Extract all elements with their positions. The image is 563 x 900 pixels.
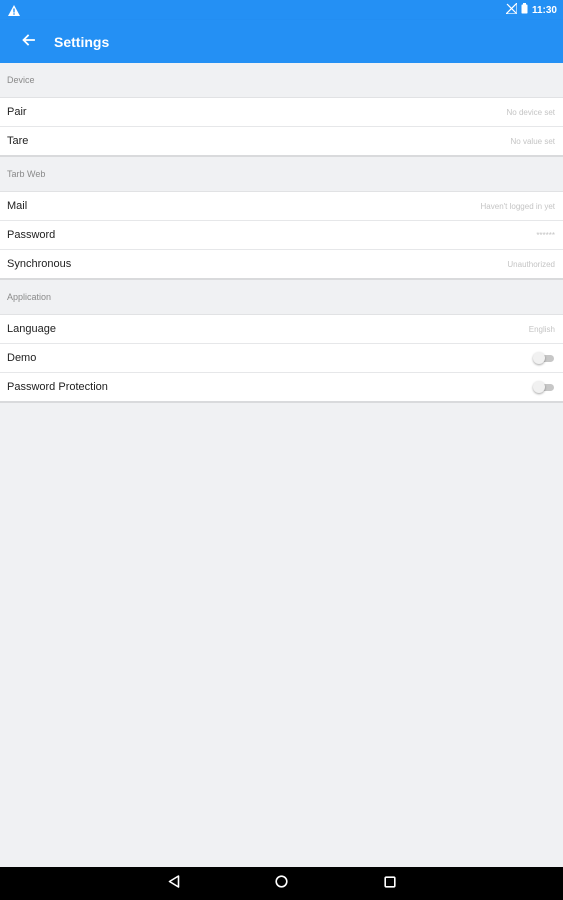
setting-label: Demo bbox=[7, 352, 37, 364]
nav-back-button[interactable] bbox=[164, 874, 184, 894]
toggle-thumb bbox=[533, 381, 545, 393]
setting-value: ****** bbox=[536, 230, 555, 240]
nav-home-button[interactable] bbox=[272, 874, 292, 894]
recents-square-icon bbox=[383, 875, 396, 893]
setting-row-synchronous[interactable]: Synchronous Unauthorized bbox=[0, 250, 563, 279]
setting-row-demo[interactable]: Demo bbox=[0, 344, 563, 373]
back-button[interactable] bbox=[0, 20, 56, 63]
settings-list: Device Pair No device set Tare No value … bbox=[0, 63, 563, 403]
setting-value: Haven't logged in yet bbox=[480, 201, 555, 211]
setting-label: Language bbox=[7, 323, 56, 335]
home-circle-icon bbox=[275, 874, 288, 893]
setting-row-password-protection[interactable]: Password Protection bbox=[0, 373, 563, 402]
demo-toggle[interactable] bbox=[533, 352, 555, 364]
status-time: 11:30 bbox=[531, 4, 557, 16]
setting-value: No device set bbox=[506, 107, 555, 117]
battery-icon bbox=[521, 3, 528, 17]
setting-row-pair[interactable]: Pair No device set bbox=[0, 98, 563, 127]
back-triangle-icon bbox=[168, 874, 180, 893]
setting-value: Unauthorized bbox=[507, 259, 555, 269]
settings-group-tarb-web: Mail Haven't logged in yet Password ****… bbox=[0, 192, 563, 280]
setting-row-language[interactable]: Language English bbox=[0, 315, 563, 344]
section-header-application: Application bbox=[0, 280, 563, 315]
settings-group-device: Pair No device set Tare No value set bbox=[0, 98, 563, 157]
setting-row-tare[interactable]: Tare No value set bbox=[0, 127, 563, 156]
setting-value: No value set bbox=[510, 136, 555, 146]
setting-row-password[interactable]: Password ****** bbox=[0, 221, 563, 250]
page-title: Settings bbox=[54, 33, 110, 50]
setting-row-mail[interactable]: Mail Haven't logged in yet bbox=[0, 192, 563, 221]
arrow-back-icon bbox=[21, 33, 35, 51]
setting-label: Pair bbox=[7, 106, 27, 118]
setting-label: Synchronous bbox=[7, 258, 72, 270]
toggle-thumb bbox=[533, 352, 545, 364]
settings-group-application: Language English Demo Password Protectio… bbox=[0, 315, 563, 403]
warning-icon bbox=[8, 3, 20, 21]
section-header-tarb-web: Tarb Web bbox=[0, 157, 563, 192]
password-protection-toggle[interactable] bbox=[533, 381, 555, 393]
setting-label: Password Protection bbox=[7, 381, 108, 393]
system-nav-bar bbox=[0, 867, 563, 900]
app-bar: Settings bbox=[0, 20, 563, 63]
signal-off-icon bbox=[504, 1, 518, 17]
section-header-device: Device bbox=[0, 63, 563, 98]
setting-value: English bbox=[528, 324, 555, 334]
nav-recents-button[interactable] bbox=[380, 874, 400, 894]
setting-label: Tare bbox=[7, 135, 29, 147]
setting-label: Mail bbox=[7, 200, 28, 212]
status-bar: 11:30 bbox=[0, 0, 563, 20]
setting-label: Password bbox=[7, 229, 56, 241]
